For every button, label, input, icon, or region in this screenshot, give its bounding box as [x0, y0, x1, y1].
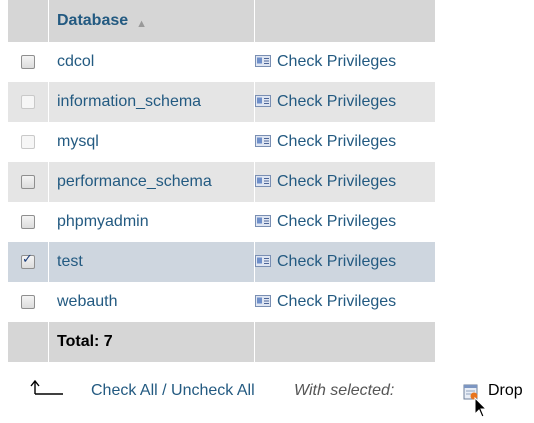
database-name-link[interactable]: test	[57, 253, 83, 270]
bulk-actions-bar: Check All / Uncheck All With selected: D…	[0, 375, 534, 418]
database-name-link[interactable]: webauth	[57, 293, 118, 310]
database-name-cell: performance_schema	[48, 162, 255, 202]
check-privileges-link[interactable]: Check Privileges	[255, 53, 396, 70]
check-privileges-cell: Check Privileges	[254, 42, 436, 82]
header-checkbox-cell	[8, 0, 49, 42]
row-checkbox[interactable]	[21, 252, 35, 269]
row-checkbox-cell	[8, 82, 49, 122]
privileges-icon	[255, 134, 271, 147]
table-row[interactable]: webauth Check Privileges	[8, 282, 436, 322]
check-privileges-label[interactable]: Check Privileges	[277, 293, 396, 310]
database-name-link[interactable]: cdcol	[57, 53, 94, 70]
database-name-cell: phpmyadmin	[48, 202, 255, 242]
database-name-link[interactable]: mysql	[57, 133, 99, 150]
check-privileges-link[interactable]: Check Privileges	[255, 253, 396, 270]
privileges-icon	[255, 94, 271, 107]
header-privileges-cell	[254, 0, 436, 42]
table-row[interactable]: mysql Check Privileges	[8, 122, 436, 162]
check-privileges-label[interactable]: Check Privileges	[277, 53, 396, 70]
table-footer-row: Total: 7	[8, 322, 436, 362]
privileges-icon	[255, 254, 271, 267]
row-checkbox-cell	[8, 282, 49, 322]
privileges-icon	[255, 54, 271, 67]
check-privileges-link[interactable]: Check Privileges	[255, 93, 396, 110]
privileges-icon	[255, 214, 271, 227]
database-name-link[interactable]: performance_schema	[57, 173, 212, 190]
check-privileges-cell: Check Privileges	[254, 202, 436, 242]
row-checkbox	[21, 134, 35, 149]
table-row[interactable]: test Check Privileges	[8, 242, 436, 282]
row-checkbox[interactable]	[21, 174, 35, 189]
check-privileges-label[interactable]: Check Privileges	[277, 213, 396, 230]
row-checkbox[interactable]	[21, 214, 35, 229]
mouse-cursor-icon	[474, 397, 488, 418]
check-privileges-cell: Check Privileges	[254, 162, 436, 202]
total-count: Total: 7	[48, 322, 255, 362]
check-privileges-cell: Check Privileges	[254, 242, 436, 282]
table-header-row: Database ▲	[8, 0, 436, 42]
check-privileges-label[interactable]: Check Privileges	[277, 253, 396, 270]
check-privileges-label[interactable]: Check Privileges	[277, 173, 396, 190]
table-row[interactable]: information_schema Check Privileges	[8, 82, 436, 122]
database-name-link[interactable]: information_schema	[57, 93, 201, 110]
header-database-label[interactable]: Database	[57, 12, 128, 29]
check-privileges-cell: Check Privileges	[254, 282, 436, 322]
check-privileges-label[interactable]: Check Privileges	[277, 93, 396, 110]
check-privileges-link[interactable]: Check Privileges	[255, 213, 396, 230]
row-checkbox-cell	[8, 162, 49, 202]
privileges-icon	[255, 294, 271, 307]
row-checkbox-cell	[8, 242, 49, 282]
check-privileges-label[interactable]: Check Privileges	[277, 133, 396, 150]
header-database[interactable]: Database ▲	[48, 0, 255, 42]
database-table: Database ▲ cdcol Check Privileges informati…	[8, 0, 436, 362]
arrow-up-left-icon	[30, 379, 63, 395]
drop-button[interactable]: Drop	[488, 382, 523, 400]
database-name-cell: test	[48, 242, 255, 282]
check-privileges-link[interactable]: Check Privileges	[255, 133, 396, 150]
privileges-icon	[255, 174, 271, 187]
check-privileges-link[interactable]: Check Privileges	[255, 293, 396, 310]
footer-checkbox-cell	[8, 322, 49, 362]
database-name-cell: cdcol	[48, 42, 255, 82]
row-checkbox[interactable]	[21, 54, 35, 69]
sort-indicator-icon[interactable]: ▲	[136, 18, 147, 30]
row-checkbox-cell	[8, 42, 49, 82]
with-selected-label: With selected:	[294, 382, 395, 399]
row-checkbox[interactable]	[21, 294, 35, 309]
database-name-cell: information_schema	[48, 82, 255, 122]
database-rows: cdcol Check Privileges information_schema C…	[8, 42, 436, 322]
row-checkbox-cell	[8, 202, 49, 242]
row-checkbox-cell	[8, 122, 49, 162]
table-row[interactable]: cdcol Check Privileges	[8, 42, 436, 82]
table-row[interactable]: phpmyadmin Check Privileges	[8, 202, 436, 242]
check-privileges-link[interactable]: Check Privileges	[255, 173, 396, 190]
database-name-link[interactable]: phpmyadmin	[57, 213, 149, 230]
row-checkbox	[21, 94, 35, 109]
database-name-cell: webauth	[48, 282, 255, 322]
check-privileges-cell: Check Privileges	[254, 122, 436, 162]
footer-privileges-cell	[254, 322, 436, 362]
database-name-cell: mysql	[48, 122, 255, 162]
check-all-link[interactable]: Check All / Uncheck All	[91, 382, 255, 400]
table-row[interactable]: performance_schema Check Privileges	[8, 162, 436, 202]
check-privileges-cell: Check Privileges	[254, 82, 436, 122]
